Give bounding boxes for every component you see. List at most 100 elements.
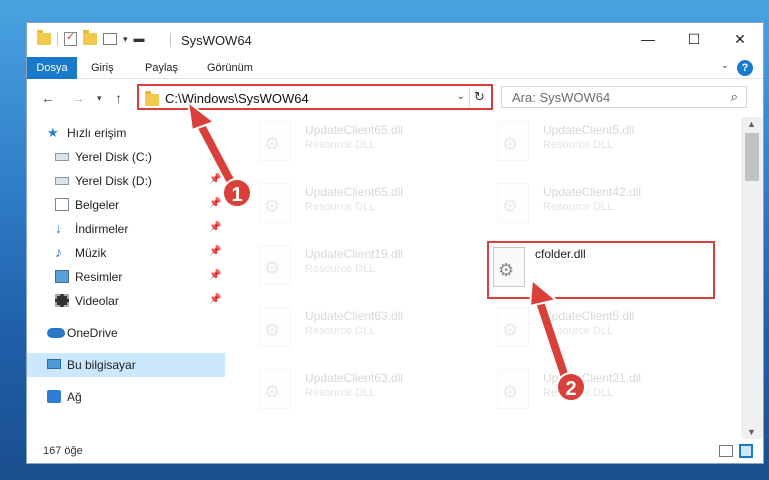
new-folder-icon[interactable] bbox=[83, 30, 97, 45]
file-name: UpdateClient5.dll bbox=[543, 123, 635, 137]
sidebar-item-music[interactable]: ♪ Müzik 📌 bbox=[27, 241, 225, 265]
file-item[interactable]: UpdateClient63.dll Resource DLL bbox=[247, 365, 477, 423]
sidebar-item-label: Ağ bbox=[67, 390, 82, 404]
file-type: Resource DLL bbox=[305, 201, 376, 213]
sidebar-item-local-disk-d[interactable]: Yerel Disk (D:) 📌 bbox=[27, 169, 225, 193]
file-item[interactable]: UpdateClient65.dll Resource DLL bbox=[247, 117, 477, 175]
sidebar-item-documents[interactable]: Belgeler 📌 bbox=[27, 193, 225, 217]
file-name: UpdateClient63.dll bbox=[305, 309, 404, 323]
refresh-icon[interactable]: ↻ bbox=[469, 87, 489, 107]
pin-icon[interactable]: 📌 bbox=[209, 150, 221, 161]
pin-icon[interactable]: 📌 bbox=[209, 198, 221, 209]
chevron-down-icon[interactable]: ▾ bbox=[123, 34, 128, 45]
file-item-cfolder-dll[interactable]: cfolder.dll bbox=[487, 241, 715, 299]
customize-toolbar-icon[interactable]: ▬ bbox=[134, 33, 145, 45]
pin-icon[interactable]: 📌 bbox=[209, 246, 221, 257]
close-button[interactable]: ✕ bbox=[717, 23, 763, 55]
pin-icon[interactable]: 📌 bbox=[209, 222, 221, 233]
ribbon-tabs: Dosya Giriş Paylaş Görünüm ⌄ ? bbox=[27, 57, 763, 79]
pin-icon[interactable]: 📌 bbox=[209, 294, 221, 305]
videos-icon bbox=[55, 294, 69, 307]
help-button[interactable]: ? bbox=[737, 60, 753, 76]
view-properties-icon[interactable] bbox=[103, 33, 117, 45]
file-item[interactable]: UpdateClient19.dll Resource DLL bbox=[247, 241, 477, 299]
scroll-thumb[interactable] bbox=[745, 133, 759, 181]
file-type: Resource DLL bbox=[305, 325, 376, 337]
scroll-down-icon[interactable]: ▼ bbox=[747, 427, 756, 437]
dll-file-icon bbox=[259, 183, 291, 223]
sidebar-item-label: Hızlı erişim bbox=[67, 126, 127, 140]
onedrive-icon bbox=[47, 328, 65, 338]
file-explorer-window: ▾ ▬ SysWOW64 — ☐ ✕ Dosya Giriş Paylaş Gö… bbox=[26, 22, 764, 464]
back-arrow-icon[interactable]: ← bbox=[41, 90, 55, 106]
file-item[interactable]: UpdateClient42.dll Resource DLL bbox=[485, 179, 715, 237]
dll-file-icon bbox=[259, 245, 291, 285]
sidebar-item-label: Videolar bbox=[75, 294, 119, 308]
dll-file-icon bbox=[497, 307, 529, 347]
file-item[interactable]: UpdateClient5.dll Resource DLL bbox=[485, 303, 715, 361]
sidebar-item-this-pc[interactable]: Bu bilgisayar bbox=[27, 353, 225, 377]
large-icons-view-icon[interactable] bbox=[739, 444, 753, 458]
window-controls: — ☐ ✕ bbox=[625, 23, 763, 55]
sidebar-item-label: Yerel Disk (D:) bbox=[75, 174, 152, 188]
sidebar-item-onedrive[interactable]: OneDrive bbox=[27, 321, 225, 345]
pin-icon[interactable]: 📌 bbox=[209, 270, 221, 281]
minimize-button[interactable]: — bbox=[625, 23, 671, 55]
address-dropdown-icon[interactable]: ⌄ bbox=[457, 91, 465, 102]
tab-view[interactable]: Görünüm bbox=[207, 57, 253, 79]
search-box[interactable]: Ara: SysWOW64 ⌕ bbox=[501, 86, 747, 108]
tab-home[interactable]: Giriş bbox=[91, 57, 114, 79]
file-item[interactable]: UpdateClient5.dll Resource DLL bbox=[485, 117, 715, 175]
sidebar-item-label: OneDrive bbox=[67, 326, 118, 340]
star-icon: ★ bbox=[47, 125, 59, 140]
scroll-up-icon[interactable]: ▲ bbox=[747, 119, 756, 129]
music-icon: ♪ bbox=[55, 244, 62, 260]
file-name: UpdateClient65.dll bbox=[305, 185, 404, 199]
file-type: Resource DLL bbox=[305, 139, 376, 151]
sidebar-item-local-disk-c[interactable]: Yerel Disk (C:) 📌 bbox=[27, 145, 225, 169]
tab-file[interactable]: Dosya bbox=[27, 57, 77, 79]
quick-access-toolbar: ▾ ▬ bbox=[37, 30, 145, 46]
address-bar[interactable]: C:\Windows\SysWOW64 ⌄ ↻ bbox=[137, 84, 493, 110]
item-count: 167 öğe bbox=[43, 445, 83, 457]
search-icon[interactable]: ⌕ bbox=[731, 89, 738, 105]
sidebar-item-label: Yerel Disk (C:) bbox=[75, 150, 152, 164]
file-item[interactable]: UpdateClient63.dll Resource DLL bbox=[247, 303, 477, 361]
forward-arrow-icon[interactable]: → bbox=[71, 90, 85, 106]
details-view-icon[interactable] bbox=[719, 445, 733, 457]
file-item[interactable]: UpdateClient21.dll Resource DLL bbox=[485, 365, 715, 423]
search-placeholder[interactable]: Ara: SysWOW64 bbox=[512, 90, 610, 105]
sidebar-item-pictures[interactable]: Resimler 📌 bbox=[27, 265, 225, 289]
file-name: cfolder.dll bbox=[535, 247, 586, 261]
file-item[interactable]: UpdateClient65.dll Resource DLL bbox=[247, 179, 477, 237]
dll-file-icon bbox=[493, 247, 525, 287]
tab-share[interactable]: Paylaş bbox=[145, 57, 178, 79]
vertical-scrollbar[interactable]: ▲ ▼ bbox=[741, 117, 763, 439]
drive-icon bbox=[55, 177, 69, 185]
file-type: Resource DLL bbox=[543, 139, 614, 151]
sidebar-item-label: Resimler bbox=[75, 270, 123, 284]
address-path[interactable]: C:\Windows\SysWOW64 bbox=[165, 91, 309, 106]
sidebar-item-label: Müzik bbox=[75, 246, 107, 260]
navigation-pane: ★ Hızlı erişim Yerel Disk (C:) 📌 Yerel D… bbox=[27, 117, 225, 439]
sidebar-item-downloads[interactable]: ↓ İndirmeler 📌 bbox=[27, 217, 225, 241]
expand-ribbon-icon[interactable]: ⌄ bbox=[721, 60, 729, 71]
toolbar-divider bbox=[57, 32, 58, 46]
maximize-button[interactable]: ☐ bbox=[671, 23, 717, 55]
up-arrow-icon[interactable]: ↑ bbox=[115, 90, 122, 106]
recent-locations-icon[interactable]: ▾ bbox=[97, 93, 102, 104]
file-type: Resource DLL bbox=[543, 325, 614, 337]
dll-file-icon bbox=[497, 121, 529, 161]
sidebar-item-network[interactable]: Ağ bbox=[27, 385, 225, 409]
folder-icon bbox=[37, 30, 51, 45]
sidebar-item-label: Belgeler bbox=[75, 198, 120, 212]
file-name: UpdateClient42.dll bbox=[543, 185, 642, 199]
pin-icon[interactable]: 📌 bbox=[209, 174, 221, 185]
file-type: Resource DLL bbox=[305, 263, 376, 275]
documents-icon bbox=[55, 198, 69, 211]
status-bar: 167 öğe bbox=[27, 439, 763, 463]
properties-check-icon[interactable] bbox=[64, 30, 77, 46]
sidebar-item-videos[interactable]: Videolar 📌 bbox=[27, 289, 225, 313]
file-name: UpdateClient63.dll bbox=[305, 371, 404, 385]
sidebar-item-quick-access[interactable]: ★ Hızlı erişim bbox=[27, 121, 225, 145]
